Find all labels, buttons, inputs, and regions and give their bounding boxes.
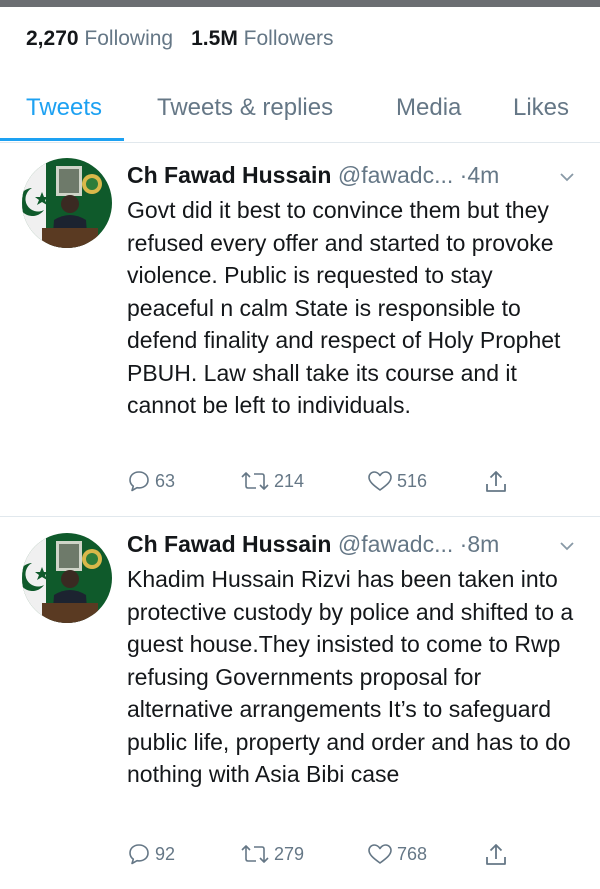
author-name[interactable]: Ch Fawad Hussain (127, 162, 331, 188)
tweet-header: Ch Fawad Hussain @fawadc... ·4m (127, 162, 499, 189)
share-icon (486, 844, 506, 865)
retweet-count: 214 (274, 470, 305, 491)
retweet-count: 279 (274, 843, 305, 864)
top-bar (0, 0, 600, 7)
tweet-time[interactable]: ·8m (460, 531, 500, 557)
heart-icon (368, 471, 392, 491)
followers-link[interactable]: 1.5M Followers (191, 27, 333, 50)
share-button[interactable] (483, 469, 513, 495)
author-handle[interactable]: @fawadc... (338, 162, 453, 188)
avatar[interactable] (22, 158, 112, 248)
tab-media[interactable]: Media (396, 94, 461, 122)
followers-count: 1.5M (191, 27, 238, 50)
author-name[interactable]: Ch Fawad Hussain (127, 531, 331, 557)
followers-label: Followers (243, 27, 334, 50)
heart-icon (368, 844, 392, 864)
tweet-time[interactable]: ·4m (460, 162, 500, 188)
tweet-item[interactable]: Ch Fawad Hussain @fawadc... ·4m Govt did… (0, 142, 600, 516)
chevron-down-icon[interactable] (558, 537, 576, 555)
retweet-button[interactable]: 214 (240, 469, 304, 493)
reply-icon (129, 471, 149, 492)
tweet-text: Khadim Hussain Rizvi has been taken into… (127, 566, 574, 787)
tweet-text: Govt did it best to convince them but th… (127, 197, 561, 418)
reply-button[interactable]: 92 (127, 842, 175, 866)
tweet-item[interactable]: Ch Fawad Hussain @fawadc... ·8m Khadim H… (0, 516, 600, 889)
like-button[interactable]: 516 (367, 469, 427, 493)
reply-icon (129, 844, 149, 865)
active-tab-indicator (0, 138, 124, 141)
avatar[interactable] (22, 533, 112, 623)
share-icon (486, 471, 506, 492)
reply-button[interactable]: 63 (127, 469, 175, 493)
author-handle[interactable]: @fawadc... (338, 531, 453, 557)
retweet-icon (241, 472, 269, 490)
retweet-button[interactable]: 279 (240, 842, 304, 866)
tweet-actions: 63 214 516 (127, 469, 587, 499)
tweet-actions: 92 279 768 (127, 842, 587, 872)
tab-tweets-replies[interactable]: Tweets & replies (157, 94, 333, 122)
following-count: 2,270 (26, 27, 79, 50)
tweet-header: Ch Fawad Hussain @fawadc... ·8m (127, 531, 499, 558)
tab-tweets[interactable]: Tweets (26, 94, 102, 122)
reply-count: 63 (155, 470, 176, 491)
profile-stats: 2,270 Following 1.5M Followers (26, 27, 334, 51)
share-button[interactable] (483, 842, 513, 868)
profile-tabs: Tweets Tweets & replies Media Likes (0, 90, 600, 143)
like-button[interactable]: 768 (367, 842, 427, 866)
like-count: 768 (397, 843, 428, 864)
following-label: Following (84, 27, 174, 50)
chevron-down-icon[interactable] (558, 168, 576, 186)
retweet-icon (241, 845, 269, 863)
like-count: 516 (397, 470, 428, 491)
reply-count: 92 (155, 843, 176, 864)
tab-likes[interactable]: Likes (513, 94, 569, 122)
following-link[interactable]: 2,270 Following (26, 27, 173, 50)
